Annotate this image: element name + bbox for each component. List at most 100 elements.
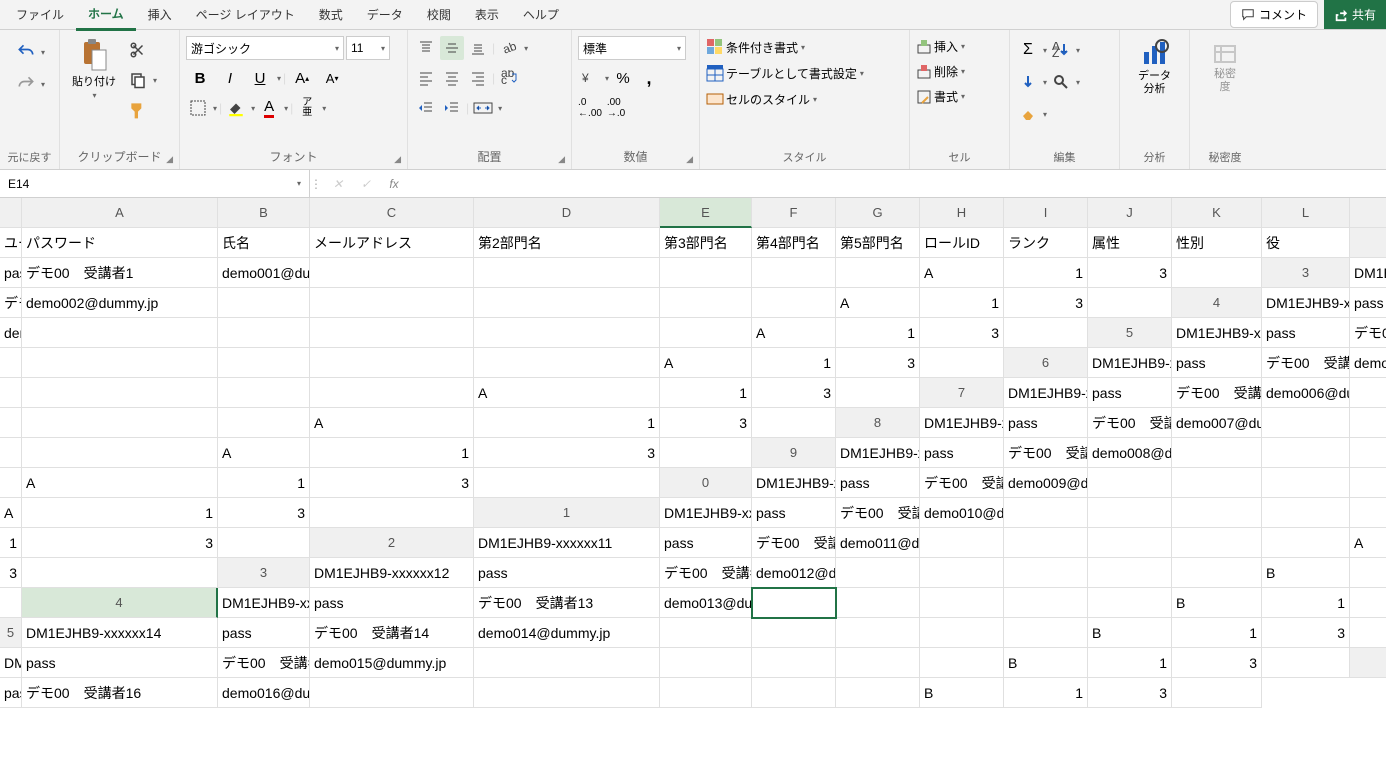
cell[interactable]: 3 bbox=[752, 378, 836, 408]
cell[interactable] bbox=[310, 288, 474, 318]
cell[interactable]: demo006@dummy.jp bbox=[1262, 378, 1350, 408]
cell[interactable]: B bbox=[1172, 588, 1262, 618]
cell[interactable]: デモ00 受講者1 bbox=[22, 258, 218, 288]
cell[interactable] bbox=[1172, 438, 1262, 468]
cell[interactable] bbox=[1088, 288, 1172, 318]
cell[interactable] bbox=[660, 258, 752, 288]
cell[interactable]: A bbox=[1350, 528, 1386, 558]
cell[interactable] bbox=[1004, 618, 1088, 648]
cell[interactable] bbox=[474, 678, 660, 708]
cell[interactable] bbox=[218, 288, 310, 318]
cell[interactable]: demo014@dummy.jp bbox=[474, 618, 660, 648]
insert-cells-button[interactable]: 挿入▾ bbox=[916, 38, 965, 55]
cell[interactable] bbox=[22, 438, 218, 468]
cell[interactable]: デモ00 受講者6 bbox=[1172, 378, 1262, 408]
share-button[interactable]: 共有 bbox=[1324, 0, 1386, 29]
cell[interactable]: DM1EJHB9-xxxxxx15 bbox=[0, 648, 22, 678]
cell[interactable] bbox=[660, 648, 752, 678]
align-left-button[interactable] bbox=[414, 66, 438, 90]
cell[interactable] bbox=[752, 258, 836, 288]
cell[interactable] bbox=[660, 288, 752, 318]
cell[interactable] bbox=[836, 648, 920, 678]
cell[interactable] bbox=[218, 318, 310, 348]
cell[interactable]: demo009@dummy.jp bbox=[1004, 468, 1088, 498]
comma-button[interactable]: , bbox=[637, 66, 661, 90]
cell[interactable] bbox=[0, 408, 22, 438]
tab-formulas[interactable]: 数式 bbox=[307, 0, 355, 29]
cell[interactable]: 第4部門名 bbox=[752, 228, 836, 258]
tab-home[interactable]: ホーム bbox=[76, 0, 136, 31]
autosum-button[interactable]: Σ bbox=[1016, 38, 1040, 62]
tab-review[interactable]: 校閲 bbox=[415, 0, 463, 29]
cell[interactable] bbox=[0, 378, 22, 408]
cell[interactable] bbox=[836, 678, 920, 708]
cell[interactable]: DM1EJHB9-xxxxxx5 bbox=[1088, 348, 1172, 378]
cell[interactable]: DM1EJHB9-xxxxxx6 bbox=[1004, 378, 1088, 408]
cell[interactable]: 1 bbox=[752, 348, 836, 378]
cell[interactable] bbox=[1262, 498, 1350, 528]
cell[interactable]: demo001@dummy.jp bbox=[218, 258, 310, 288]
cell[interactable]: 1 bbox=[1088, 648, 1172, 678]
number-dialog-launcher[interactable]: ◢ bbox=[686, 154, 693, 165]
cell[interactable] bbox=[920, 588, 1004, 618]
cell[interactable] bbox=[474, 258, 660, 288]
cell[interactable] bbox=[836, 258, 920, 288]
redo-dropdown[interactable]: ▾ bbox=[41, 80, 45, 89]
cell[interactable] bbox=[920, 558, 1004, 588]
cell[interactable] bbox=[310, 498, 474, 528]
cell[interactable] bbox=[836, 618, 920, 648]
redo-button[interactable] bbox=[14, 72, 38, 96]
undo-dropdown[interactable]: ▾ bbox=[41, 48, 45, 57]
italic-button[interactable]: I bbox=[216, 66, 244, 90]
row-header[interactable]: 2 bbox=[1350, 228, 1386, 258]
cell[interactable]: デモ00 受講者7 bbox=[1088, 408, 1172, 438]
orientation-dropdown[interactable]: ▾ bbox=[524, 44, 528, 53]
cell[interactable] bbox=[1004, 318, 1088, 348]
tab-data[interactable]: データ bbox=[355, 0, 415, 29]
underline-button[interactable]: U bbox=[246, 66, 274, 90]
row-header[interactable]: 7 bbox=[920, 378, 1004, 408]
cell[interactable]: pass bbox=[0, 678, 22, 708]
cell[interactable]: ユーザID bbox=[0, 228, 22, 258]
cell[interactable]: A bbox=[310, 408, 474, 438]
cell[interactable]: A bbox=[22, 468, 218, 498]
cell[interactable]: pass bbox=[660, 528, 752, 558]
column-header[interactable]: J bbox=[1088, 198, 1172, 228]
cell[interactable]: デモ00 受講者8 bbox=[1004, 438, 1088, 468]
align-dialog-launcher[interactable]: ◢ bbox=[558, 154, 565, 165]
cell[interactable] bbox=[1262, 408, 1350, 438]
fill-dropdown[interactable]: ▾ bbox=[1043, 78, 1047, 87]
cell[interactable] bbox=[1262, 648, 1350, 678]
accounting-format-button[interactable]: ¥ bbox=[578, 66, 602, 90]
cell[interactable]: 3 bbox=[1088, 678, 1172, 708]
cell[interactable]: DM1EJHB9-xxxxxx3 bbox=[1262, 288, 1350, 318]
cell[interactable]: 役 bbox=[1262, 228, 1350, 258]
cell[interactable]: 3 bbox=[660, 408, 752, 438]
cell[interactable]: demo013@dummy.jp bbox=[660, 588, 752, 618]
cell[interactable]: 3 bbox=[1004, 288, 1088, 318]
cell[interactable] bbox=[1172, 498, 1262, 528]
cell[interactable]: demo007@dummy.jp bbox=[1172, 408, 1262, 438]
cell[interactable]: pass bbox=[836, 468, 920, 498]
cell[interactable]: デモ00 受講者12 bbox=[660, 558, 752, 588]
enter-formula-button[interactable]: ✓ bbox=[356, 177, 376, 191]
underline-dropdown[interactable]: ▾ bbox=[277, 74, 281, 83]
cell[interactable]: 3 bbox=[310, 468, 474, 498]
tab-file[interactable]: ファイル bbox=[4, 0, 76, 29]
cell[interactable] bbox=[474, 288, 660, 318]
cell[interactable]: DM1EJHB9-xxxxxx12 bbox=[310, 558, 474, 588]
cell[interactable] bbox=[1350, 408, 1386, 438]
cell[interactable]: pass bbox=[1172, 348, 1262, 378]
cell[interactable] bbox=[474, 348, 660, 378]
cell[interactable] bbox=[752, 588, 836, 618]
cell[interactable]: demo015@dummy.jp bbox=[310, 648, 474, 678]
align-top-button[interactable] bbox=[414, 36, 438, 60]
cell[interactable] bbox=[1088, 528, 1172, 558]
column-header[interactable]: H bbox=[920, 198, 1004, 228]
cell[interactable]: demo008@dummy.jp bbox=[1088, 438, 1172, 468]
cell[interactable] bbox=[1172, 528, 1262, 558]
cell[interactable] bbox=[836, 558, 920, 588]
cell[interactable] bbox=[660, 678, 752, 708]
cell[interactable] bbox=[660, 438, 752, 468]
accounting-dropdown[interactable]: ▾ bbox=[605, 74, 609, 83]
